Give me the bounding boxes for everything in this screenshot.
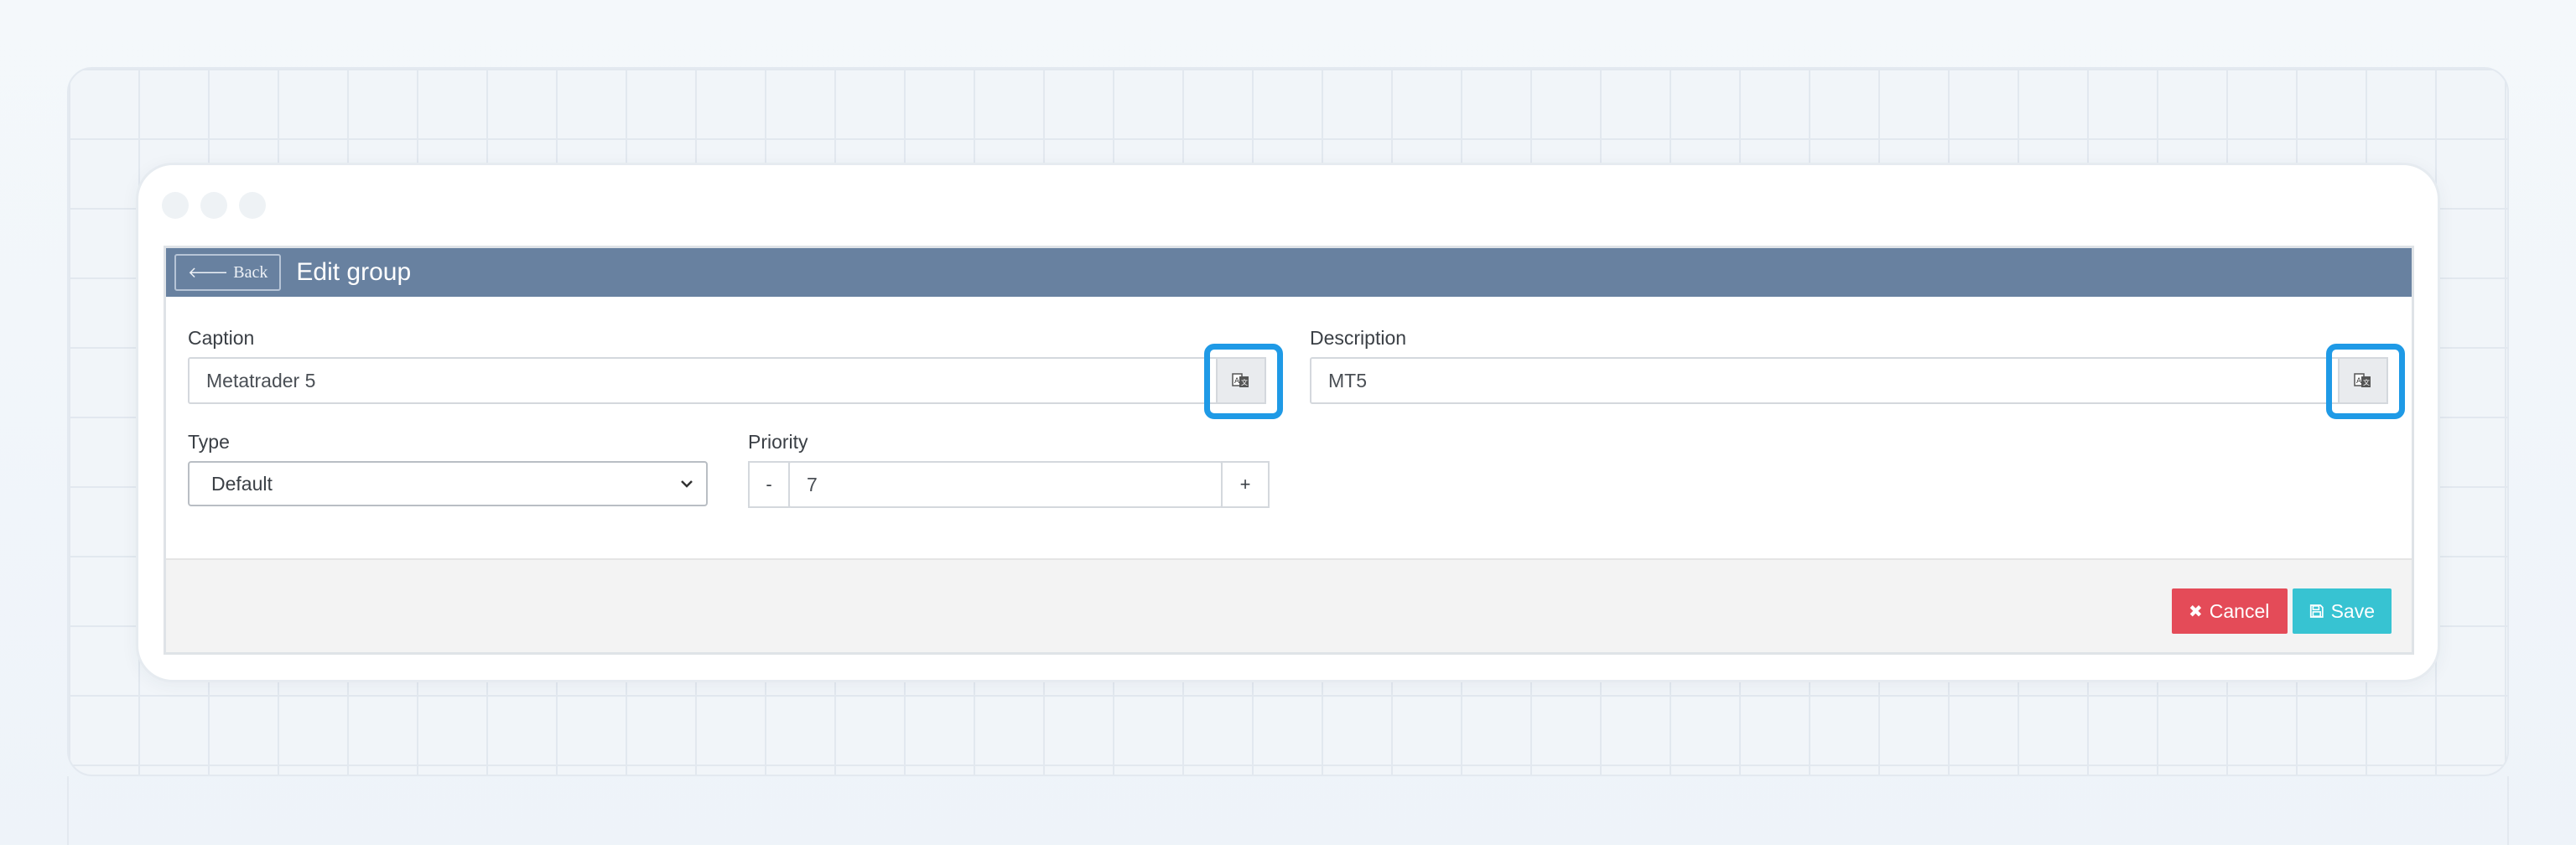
priority-increment-button[interactable]: + xyxy=(1221,461,1270,508)
floppy-disk-icon xyxy=(2309,604,2324,618)
save-label: Save xyxy=(2330,599,2375,622)
window-dot-maximize[interactable] xyxy=(239,192,266,219)
description-translate-highlight xyxy=(2326,344,2405,419)
backdrop-lower xyxy=(67,776,2509,845)
caption-label: Caption xyxy=(188,327,255,349)
chevron-down-icon xyxy=(681,480,693,488)
dialog-title: Edit group xyxy=(296,258,412,286)
caption-input[interactable]: Metatrader 5 xyxy=(188,357,1233,404)
cancel-button[interactable]: ✖ Cancel xyxy=(2172,588,2288,634)
type-select[interactable]: Default xyxy=(188,461,708,506)
back-button[interactable]: 🡐 Back xyxy=(174,254,282,291)
edit-group-dialog: 🡐 Back Edit group Caption Metatrader 5 A… xyxy=(164,246,2414,655)
caption-translate-highlight xyxy=(1204,344,1283,419)
close-icon: ✖ xyxy=(2189,601,2203,621)
form-body: Caption Metatrader 5 A 文 Description MT5… xyxy=(166,297,2412,558)
app-window: 🡐 Back Edit group Caption Metatrader 5 A… xyxy=(136,163,2440,682)
cancel-label: Cancel xyxy=(2209,599,2270,622)
type-selected-value: Default xyxy=(211,472,273,495)
dialog-footer: ✖ Cancel Save xyxy=(166,558,2412,652)
priority-label: Priority xyxy=(748,431,808,453)
window-dot-minimize[interactable] xyxy=(200,192,227,219)
save-button[interactable]: Save xyxy=(2293,588,2392,634)
arrow-left-icon: 🡐 xyxy=(188,263,229,282)
window-dot-close[interactable] xyxy=(162,192,189,219)
priority-input[interactable]: 7 xyxy=(788,461,1223,508)
window-controls xyxy=(162,192,266,219)
description-label: Description xyxy=(1310,327,1407,349)
back-label: Back xyxy=(233,262,268,282)
priority-decrement-button[interactable]: - xyxy=(748,461,790,508)
dialog-header: 🡐 Back Edit group xyxy=(166,248,2412,297)
type-label: Type xyxy=(188,431,230,453)
description-input[interactable]: MT5 xyxy=(1310,357,2350,404)
